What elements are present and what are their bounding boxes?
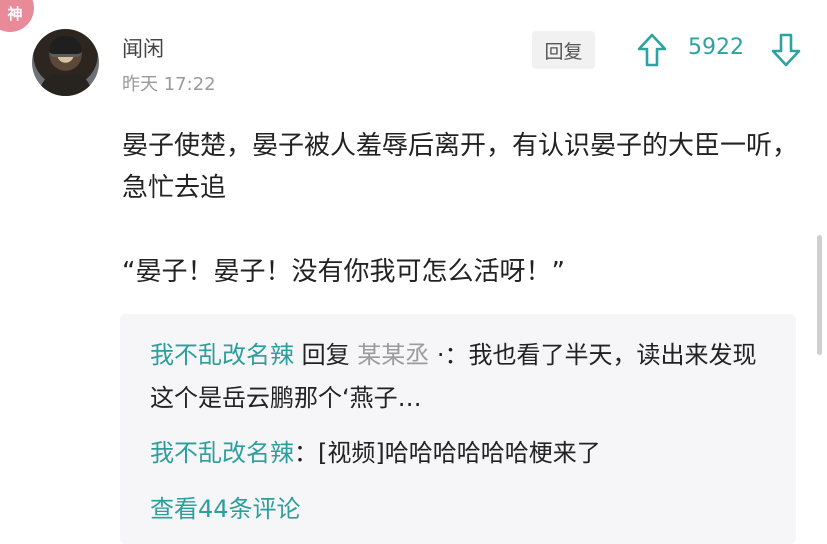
avatar-helmet <box>49 36 82 57</box>
downvote-arrow-icon[interactable] <box>770 32 802 68</box>
reply-item[interactable]: 我不乱改名辣 回复 某某丞 ·：我也看了半天，读出来发现这个是岳云鹏那个‘燕子… <box>150 334 780 420</box>
upvote-arrow-icon[interactable] <box>636 32 668 68</box>
comment-time: 昨天 17:22 <box>122 74 216 95</box>
reply-text: ：[视频]哈哈哈哈哈哈梗来了 <box>294 439 601 467</box>
comment-paragraph: “晏子！晏子！没有你我可怎么活呀！” <box>122 257 565 287</box>
reply-target[interactable]: 某某丞 <box>357 341 429 369</box>
avatar-body <box>40 74 91 96</box>
view-more-comments-link[interactable]: 查看44条评论 <box>150 489 301 524</box>
reply-item[interactable]: 我不乱改名辣：[视频]哈哈哈哈哈哈梗来了 <box>150 432 780 475</box>
reply-preview-box: 我不乱改名辣 回复 某某丞 ·：我也看了半天，读出来发现这个是岳云鹏那个‘燕子…… <box>120 314 796 544</box>
comment-username[interactable]: 闻闲 <box>122 33 164 63</box>
reply-verb: 回复 <box>294 341 358 369</box>
vote-count: 5922 <box>688 35 744 60</box>
user-avatar[interactable] <box>32 29 99 96</box>
comment-content: 晏子使楚，晏子被人羞辱后离开，有认识晏子的大臣一听，急忙去追 “晏子！晏子！没有… <box>122 125 802 293</box>
comment-paragraph: 晏子使楚，晏子被人羞辱后离开，有认识晏子的大臣一听，急忙去追 <box>122 131 799 203</box>
badge-label: 神 <box>7 5 23 23</box>
reply-author[interactable]: 我不乱改名辣 <box>150 341 294 369</box>
god-comment-badge: 神 <box>0 0 34 32</box>
scrollbar[interactable] <box>817 235 822 355</box>
reply-button[interactable]: 回复 <box>532 31 595 69</box>
reply-author[interactable]: 我不乱改名辣 <box>150 439 294 467</box>
